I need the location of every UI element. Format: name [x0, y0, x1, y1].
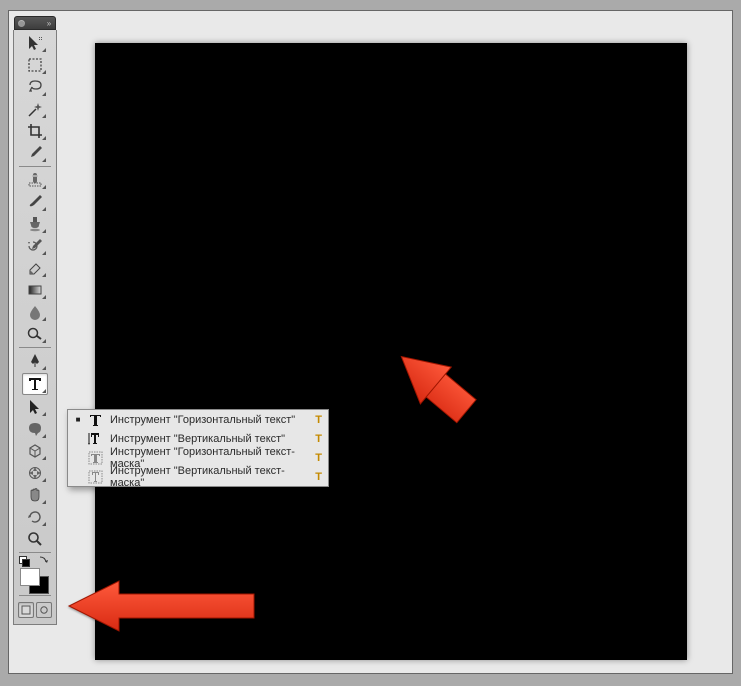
separator [19, 595, 51, 596]
flyout-label: Инструмент "Вертикальный текст" [110, 433, 304, 445]
toolbar-header[interactable]: » [14, 16, 56, 30]
separator [19, 166, 51, 167]
move-tool[interactable] [23, 33, 47, 53]
flyout-label: Инструмент "Вертикальный текст-маска" [110, 465, 304, 489]
flyout-shortcut: T [310, 414, 322, 426]
hand-tool[interactable] [23, 485, 47, 505]
type-tool-flyout: ■ Инструмент "Горизонтальный текст" T Ин… [67, 409, 329, 487]
color-swatches[interactable] [17, 567, 53, 593]
lasso-tool[interactable] [23, 77, 47, 97]
flyout-item-vertical-type-mask[interactable]: Инструмент "Вертикальный текст-маска" T [68, 467, 328, 486]
blur-tool[interactable] [23, 302, 47, 322]
history-brush-tool[interactable] [23, 236, 47, 256]
rotate-view-tool[interactable] [23, 507, 47, 527]
separator [19, 347, 51, 348]
path-selection-tool[interactable] [23, 397, 47, 417]
flyout-label: Инструмент "Горизонтальный текст" [110, 414, 304, 426]
crop-tool[interactable] [23, 121, 47, 141]
3d-tool[interactable] [23, 441, 47, 461]
foreground-color-swatch[interactable] [20, 568, 40, 586]
h-type-mask-icon [88, 450, 104, 466]
app-frame: » [8, 10, 733, 674]
flyout-item-horizontal-type[interactable]: ■ Инструмент "Горизонтальный текст" T [68, 410, 328, 429]
type-tool[interactable] [22, 373, 48, 395]
checkmark-icon: ■ [74, 415, 82, 424]
brush-tool[interactable] [23, 192, 47, 212]
document-canvas[interactable] [95, 43, 687, 660]
eraser-tool[interactable] [23, 258, 47, 278]
v-type-icon [88, 431, 104, 447]
3d-camera-tool[interactable] [23, 463, 47, 483]
spot-healing-tool[interactable] [23, 170, 47, 190]
pen-tool[interactable] [23, 351, 47, 371]
marquee-tool[interactable] [23, 55, 47, 75]
toolbar-body [13, 30, 57, 625]
v-type-mask-icon [88, 469, 104, 485]
tools-panel: » [14, 16, 56, 625]
flyout-shortcut: T [310, 433, 322, 445]
eyedropper-tool[interactable] [23, 143, 47, 163]
close-dot-icon[interactable] [18, 20, 25, 27]
screen-mode-button[interactable] [36, 602, 52, 618]
quickmask-mode-button[interactable] [18, 602, 34, 618]
dodge-tool[interactable] [23, 324, 47, 344]
flyout-shortcut: T [310, 471, 322, 483]
screen-mode [17, 600, 53, 620]
collapse-arrows-icon[interactable]: » [45, 19, 53, 28]
color-controls [17, 555, 53, 567]
flyout-shortcut: T [310, 452, 322, 464]
shape-tool[interactable] [23, 419, 47, 439]
zoom-tool[interactable] [23, 529, 47, 549]
h-type-icon [88, 412, 104, 428]
clone-stamp-tool[interactable] [23, 214, 47, 234]
magic-wand-tool[interactable] [23, 99, 47, 119]
separator [19, 552, 51, 553]
swap-colors-icon[interactable] [39, 555, 49, 565]
gradient-tool[interactable] [23, 280, 47, 300]
